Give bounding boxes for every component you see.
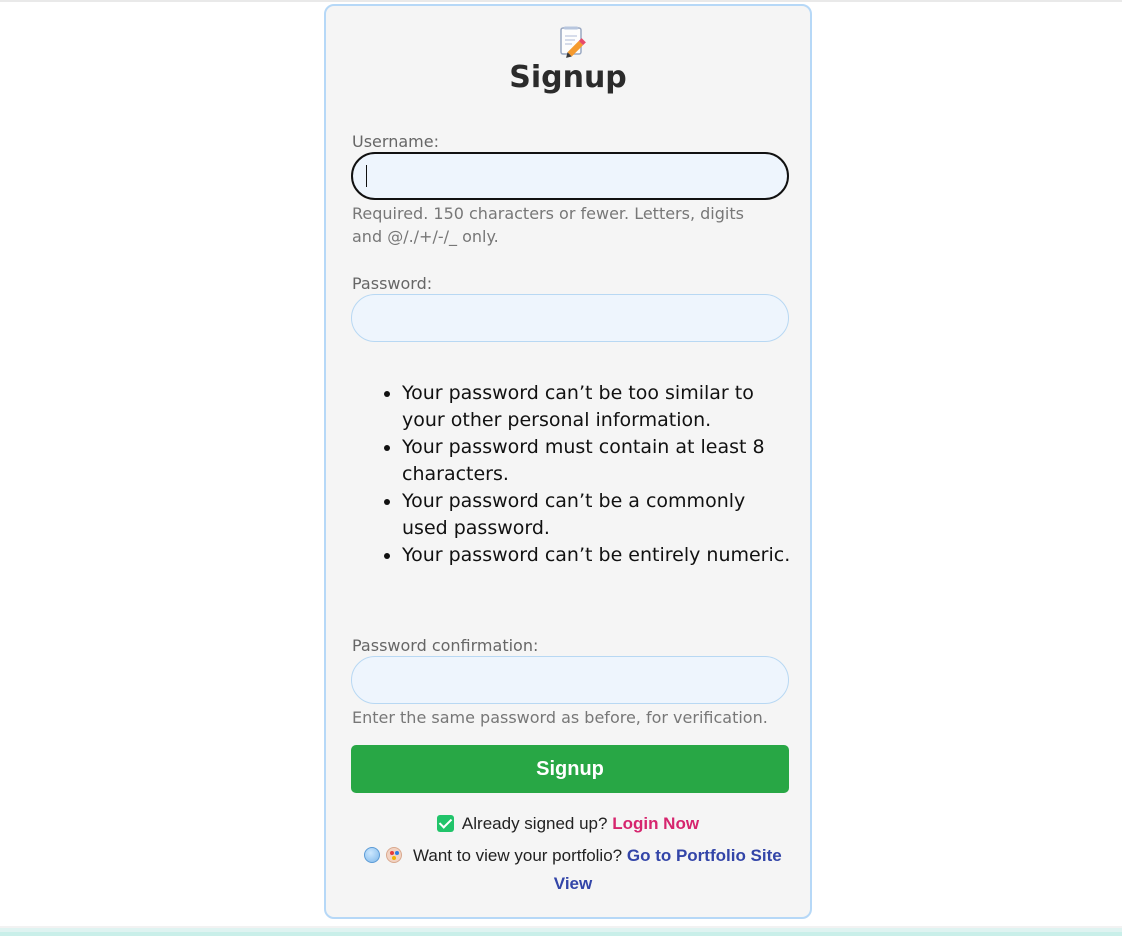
text-cursor [366,165,367,187]
page-title: Signup [509,60,627,95]
check-mark-icon [436,815,454,832]
password-confirmation-label: Password confirmation: [352,636,539,655]
portfolio-prompt-line: Want to view your portfolio? Go to Portf… [354,842,792,898]
password-label: Password: [352,274,433,293]
password-confirmation-input[interactable] [351,656,789,704]
login-prompt-text: Already signed up? [461,814,608,833]
bottom-strip [0,926,1122,936]
memo-pencil-icon [560,26,586,58]
password-rule: Your password can’t be a commonly used p… [402,488,792,542]
password-rule: Your password can’t be too similar to yo… [402,380,792,434]
username-input[interactable] [351,152,789,200]
signup-button[interactable]: Signup [351,745,789,793]
password-confirmation-help-text: Enter the same password as before, for v… [352,708,768,727]
login-now-link[interactable]: Login Now [612,814,699,833]
login-prompt-line: Already signed up? Login Now [326,814,810,834]
palette-icon [386,847,403,863]
signup-card: Signup Username: Required. 150 character… [324,4,812,919]
globe-icon [364,847,381,863]
username-help-text: Required. 150 characters or fewer. Lette… [352,204,744,246]
username-label: Username: [352,132,439,151]
portfolio-prompt-text: Want to view your portfolio? [412,846,623,865]
password-input[interactable] [351,294,789,342]
password-rule: Your password must contain at least 8 ch… [402,434,792,488]
password-rules-list: Your password can’t be too similar to yo… [352,380,792,569]
top-divider [0,0,1122,2]
password-rule: Your password can’t be entirely numeric. [402,542,792,569]
